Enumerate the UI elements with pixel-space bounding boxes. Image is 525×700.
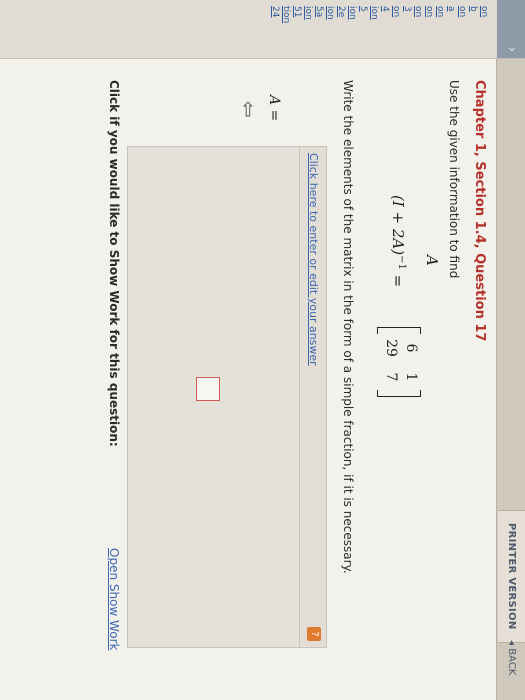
sidebar-item[interactable]: 5 [358, 6, 368, 12]
answer-header: Click here to enter or edit your answer … [299, 147, 326, 647]
sidebar-item[interactable]: tion [281, 6, 291, 23]
question-sidebar: › on b on a on on on 3 on 4 ion 5 ion 2e ion 5a ion 51 tio… [0, 0, 525, 59]
sidebar-item[interactable]: 51 [292, 6, 302, 17]
back-link[interactable]: ◂ BACK [498, 632, 525, 683]
matrix-right-bracket [377, 390, 421, 397]
sidebar-item[interactable]: 4 [380, 6, 390, 12]
show-work-prompt: Click if you would like to Show Work for… [107, 80, 121, 447]
screen-photo: PRINTER VERSION ◂ BACK › on b on a on on on 3 on… [0, 0, 525, 700]
sidebar-item[interactable]: 3 [402, 6, 412, 12]
help-icon[interactable]: ? [307, 627, 321, 641]
sidebar-item[interactable]: ion [303, 6, 313, 20]
printer-version-button[interactable]: PRINTER VERSION [498, 510, 525, 643]
open-show-work-link[interactable]: Open Show Work [107, 548, 121, 650]
sidebar-item[interactable]: on [457, 6, 467, 17]
sidebar-item[interactable]: on [435, 6, 445, 17]
question-instruction: Use the given information to find [447, 80, 461, 279]
top-toolbar: PRINTER VERSION ◂ BACK [496, 0, 525, 700]
equation-lhs-expression: (I + 2A) [389, 195, 407, 256]
matrix-cell: 7 [383, 372, 399, 382]
given-matrix: 6 1 29 7 [377, 327, 421, 397]
chevron-right-icon[interactable]: › [504, 47, 519, 52]
equation-lhs: (I + 2A)−1 = [389, 195, 407, 287]
question-directions: Write the elements of the matrix in the … [341, 80, 355, 574]
answer-area: Click here to enter or edit your answer … [127, 95, 327, 648]
sidebar-item[interactable]: b [468, 6, 478, 12]
sidebar-item[interactable]: ion [325, 6, 335, 20]
matrix-left-bracket [377, 327, 421, 334]
target-variable: A [423, 255, 441, 266]
sidebar-item[interactable]: a [446, 6, 456, 12]
sidebar-item[interactable]: 5a [314, 6, 324, 17]
matrix-cell: 6 [403, 343, 419, 353]
matrix-cell: 29 [383, 339, 399, 357]
sidebar-header: › [497, 0, 525, 58]
question-title: Chapter 1, Section 1.4, Question 17 [472, 80, 487, 342]
sidebar-item[interactable]: ion [369, 6, 379, 20]
sidebar-item[interactable]: on [479, 6, 489, 17]
sidebar-item[interactable]: 24 [270, 6, 280, 17]
sidebar-item[interactable]: on [391, 6, 401, 17]
answer-label: A = [266, 95, 282, 122]
question-page: PRINTER VERSION ◂ BACK › on b on a on on on 3 on… [0, 0, 525, 700]
equation-exponent: −1 [396, 255, 407, 270]
sidebar-item[interactable]: on [424, 6, 434, 17]
matrix-cell: 1 [403, 372, 419, 382]
question-content: Chapter 1, Section 1.4, Question 17 Use … [7, 80, 487, 680]
sidebar-item[interactable]: ion [347, 6, 357, 20]
sidebar-item[interactable]: on [413, 6, 423, 17]
equation-equals: = [389, 274, 407, 288]
cursor-arrow-icon: ⇧ [239, 97, 257, 122]
edit-answer-link[interactable]: Click here to enter or edit your answer [307, 153, 320, 366]
sidebar-item[interactable]: 2e [336, 6, 346, 17]
answer-input[interactable] [196, 377, 220, 401]
